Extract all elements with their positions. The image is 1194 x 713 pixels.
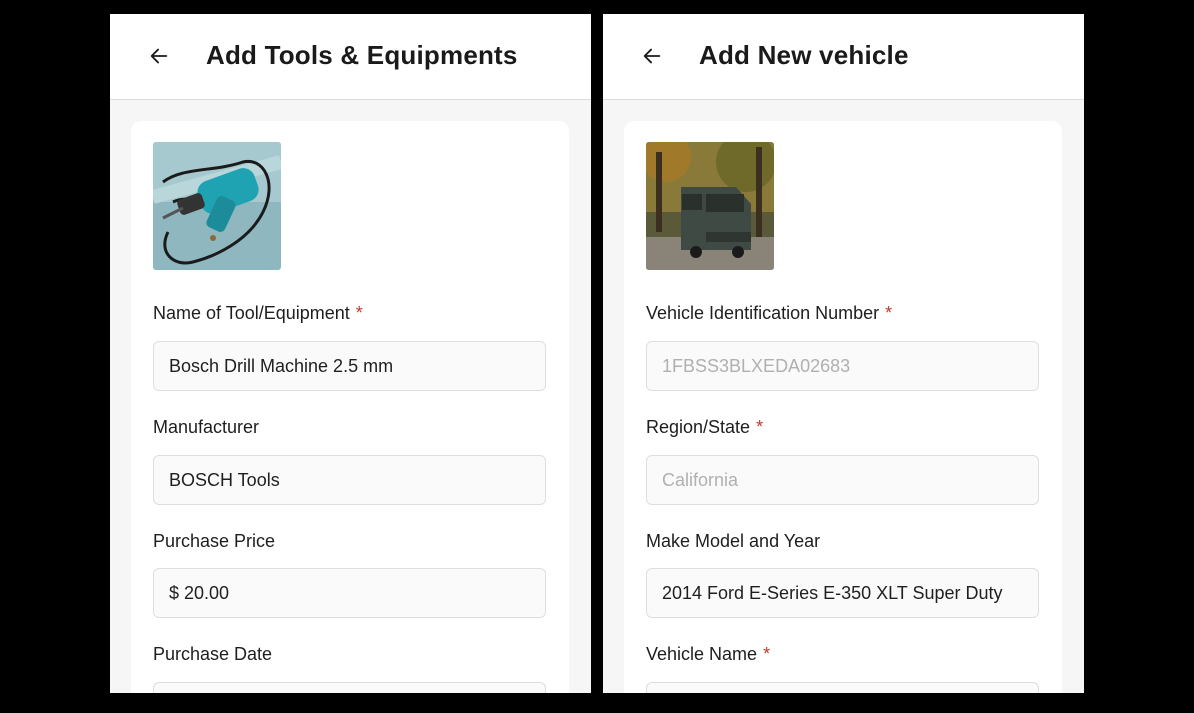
tools-app-bar: Add Tools & Equipments [110, 14, 591, 100]
purchase-date-label: Purchase Date [153, 644, 273, 664]
van-photo-icon [646, 142, 774, 270]
make-model-year-input[interactable]: 2014 Ford E-Series E-350 XLT Super Duty [646, 568, 1039, 618]
purchase-price-input[interactable]: $ 20.00 [153, 568, 546, 618]
vehicle-form-card: Vehicle Identification Number * 1FBSS3BLX… [624, 121, 1062, 693]
vin-label: Vehicle Identification Number * [646, 303, 893, 323]
purchase-price-label: Purchase Price [153, 531, 276, 551]
vehicle-app-bar: Add New vehicle [603, 14, 1084, 100]
vehicle-panel: Add New vehicle Vehicle Identification N… [603, 14, 1084, 693]
arrow-left-icon[interactable] [641, 45, 663, 67]
vehicle-name-label: Vehicle Name * [646, 644, 771, 664]
manufacturer-input[interactable]: BOSCH Tools [153, 455, 546, 505]
region-input[interactable]: California [646, 455, 1039, 505]
arrow-left-icon[interactable] [148, 45, 170, 67]
page-title: Add New vehicle [699, 40, 909, 70]
tools-form-card: Name of Tool/Equipment * Bosch Drill Mach… [131, 121, 569, 693]
tool-name-input[interactable]: Bosch Drill Machine 2.5 mm [153, 341, 546, 391]
drill-photo-icon [153, 142, 281, 270]
vehicle-name-input[interactable] [646, 682, 1039, 693]
tools-panel: Add Tools & Equipments Name of Tool/Equi… [110, 14, 591, 693]
vehicle-image[interactable] [646, 142, 774, 270]
tool-name-label: Name of Tool/Equipment * [153, 303, 363, 323]
page-title: Add Tools & Equipments [206, 40, 518, 70]
make-model-year-label: Make Model and Year [646, 531, 821, 551]
vin-input[interactable]: 1FBSS3BLXEDA02683 [646, 341, 1039, 391]
purchase-date-input[interactable] [153, 682, 546, 693]
tool-image[interactable] [153, 142, 281, 270]
region-label: Region/State * [646, 417, 764, 437]
manufacturer-label: Manufacturer [153, 417, 260, 437]
